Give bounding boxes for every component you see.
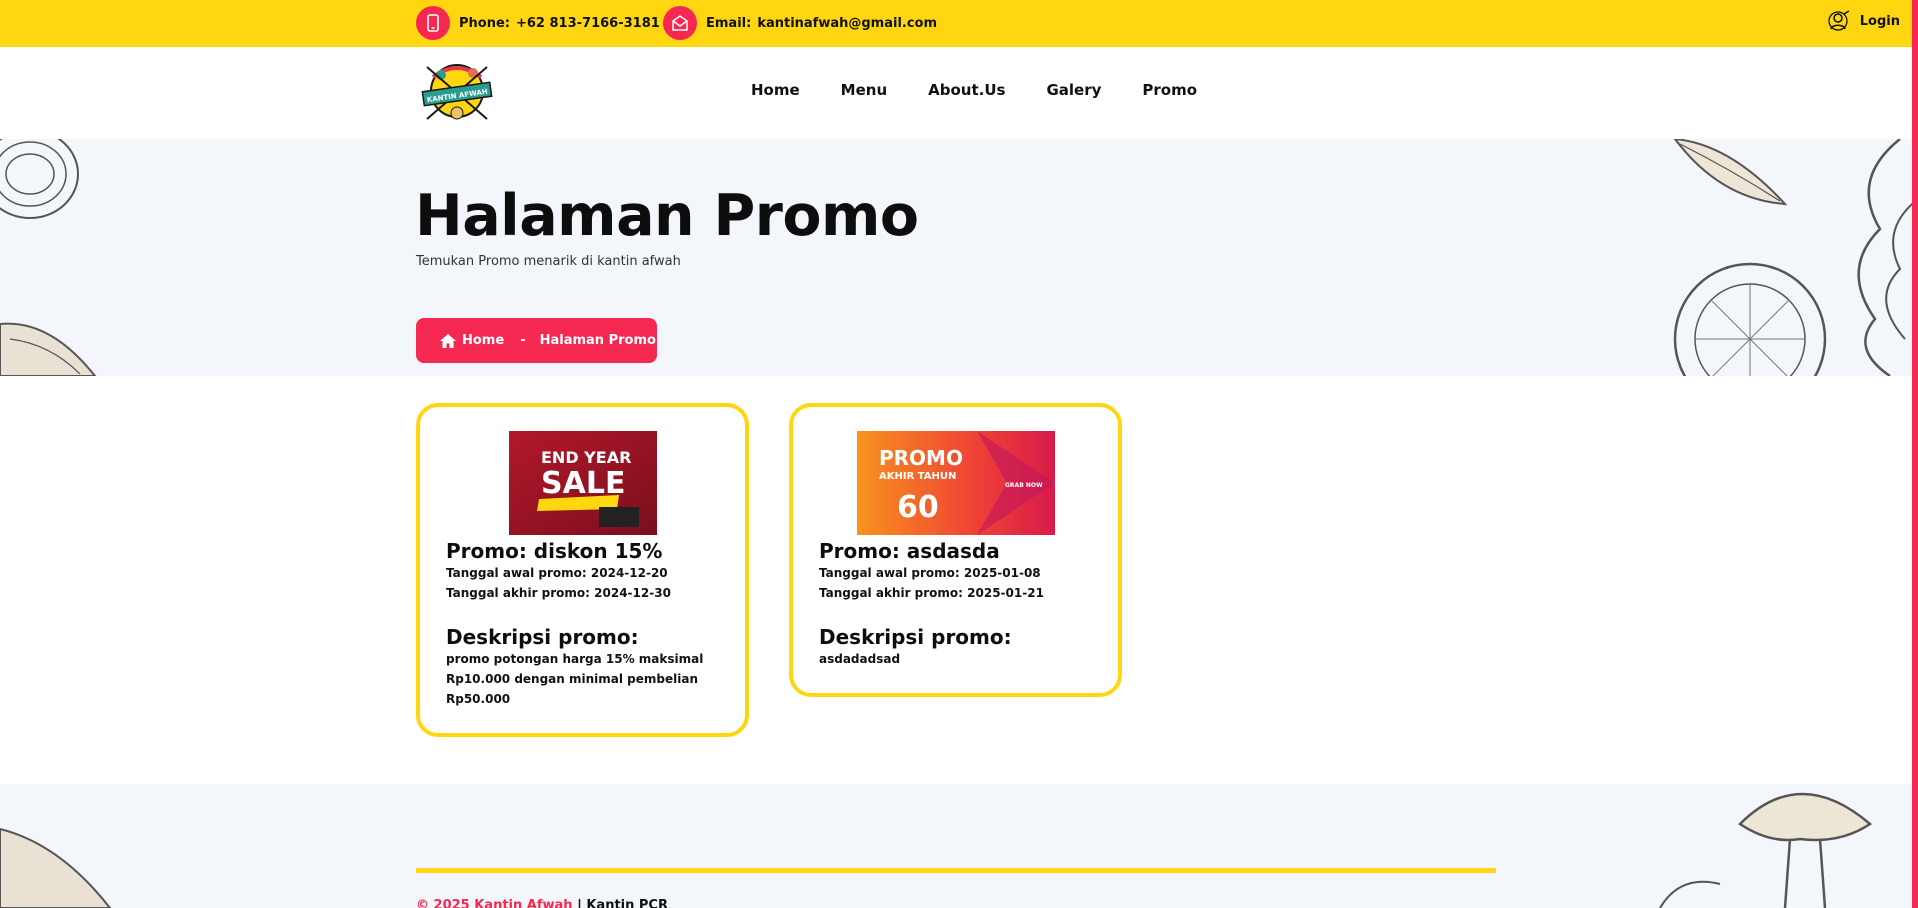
login-label: Login xyxy=(1859,13,1900,29)
main-nav: Home Menu About.Us Galery Promo xyxy=(751,81,1238,99)
page-scrollbar[interactable] xyxy=(1912,0,1918,908)
image-text-line2: AKHIR TAHUN xyxy=(879,471,956,482)
promo-image-end-year-sale: END YEAR SALE xyxy=(508,431,657,535)
promo-end-date: Tanggal akhir promo: 2025-01-21 xyxy=(819,586,1044,600)
phone-icon xyxy=(416,6,450,40)
promo-desc-line: promo potongan harga 15% maksimal xyxy=(446,652,704,666)
breadcrumb: Home - Halaman Promo xyxy=(416,318,657,363)
login-button[interactable]: Login xyxy=(1828,10,1900,32)
footer-copyright-rest: | Kantin PCR xyxy=(572,898,668,908)
promo-image-akhir-tahun: PROMO AKHIR TAHUN 60 GRAB NOW xyxy=(856,431,1055,535)
image-text-number: 60 xyxy=(897,490,939,525)
promo-title: Promo: asdasda xyxy=(819,539,1000,563)
footer-brand[interactable]: © 2025 Kantin Afwah xyxy=(416,898,573,908)
phone-value: +62 813-7166-3181 xyxy=(515,15,660,31)
promo-desc-heading: Deskripsi promo: xyxy=(446,625,639,649)
main-navbar: KANTIN AFWAH Home Menu About.Us Galery P… xyxy=(0,47,1918,139)
page-title: Halaman Promo xyxy=(415,183,919,249)
promo-desc-line: Rp50.000 xyxy=(446,692,511,706)
promo-start-date: Tanggal awal promo: 2025-01-08 xyxy=(819,566,1041,580)
onion-sketch xyxy=(0,139,79,219)
phone-label: Phone: +62 813-7166-3181 xyxy=(459,15,660,31)
mushroom-sketch xyxy=(1659,792,1873,908)
breadcrumb-current: Halaman Promo xyxy=(539,333,656,348)
home-icon xyxy=(440,333,456,348)
footer: © 2025 Kantin Afwah | Kantin PCR xyxy=(0,784,1918,908)
promo-card: END YEAR SALE Promo: diskon 15% Tanggal … xyxy=(416,403,749,737)
leaf-sketch xyxy=(0,827,112,908)
nav-menu[interactable]: Menu xyxy=(841,81,887,99)
site-logo[interactable]: KANTIN AFWAH xyxy=(419,57,495,129)
user-icon xyxy=(1828,10,1850,31)
breadcrumb-separator: - xyxy=(520,333,526,348)
phone-contact[interactable]: Phone: +62 813-7166-3181 xyxy=(416,6,660,40)
tomato-sketch xyxy=(1673,262,1827,376)
nav-about[interactable]: About.Us xyxy=(928,81,1005,99)
nav-galery[interactable]: Galery xyxy=(1046,81,1101,99)
page-hero: Halaman Promo Temukan Promo menarik di k… xyxy=(0,139,1918,376)
image-text-line1: PROMO xyxy=(879,446,963,470)
footer-divider xyxy=(416,868,1496,873)
envelope-icon xyxy=(663,6,697,40)
promo-title: Promo: diskon 15% xyxy=(446,539,663,563)
promo-start-date: Tanggal awal promo: 2024-12-20 xyxy=(446,566,668,580)
email-label: Email: kantinafwah@gmail.com xyxy=(706,15,938,31)
footer-copyright: © 2025 Kantin Afwah | Kantin PCR xyxy=(416,898,668,908)
promo-end-date: Tanggal akhir promo: 2024-12-30 xyxy=(446,586,671,600)
image-text-line1: END YEAR xyxy=(541,448,631,467)
breadcrumb-home[interactable]: Home xyxy=(462,333,504,348)
page-subtitle: Temukan Promo menarik di kantin afwah xyxy=(416,254,681,269)
promo-card: PROMO AKHIR TAHUN 60 GRAB NOW Promo: asd… xyxy=(789,403,1122,697)
basil-sketch xyxy=(1673,139,1788,206)
leaf-sketch xyxy=(0,322,97,376)
nav-home[interactable]: Home xyxy=(751,81,800,99)
image-text-cta: GRAB NOW xyxy=(1005,482,1043,489)
top-bar: Phone: +62 813-7166-3181 Email: kantinafwa… xyxy=(0,0,1918,47)
email-contact[interactable]: Email: kantinafwah@gmail.com xyxy=(663,6,937,40)
lettuce-sketch xyxy=(1857,139,1918,376)
email-value: kantinafwah@gmail.com xyxy=(757,15,938,31)
nav-promo[interactable]: Promo xyxy=(1142,81,1197,99)
promo-desc-heading: Deskripsi promo: xyxy=(819,625,1012,649)
promo-desc-line: asdadadsad xyxy=(819,652,901,666)
promo-desc-line: Rp10.000 dengan minimal pembelian xyxy=(446,672,698,686)
